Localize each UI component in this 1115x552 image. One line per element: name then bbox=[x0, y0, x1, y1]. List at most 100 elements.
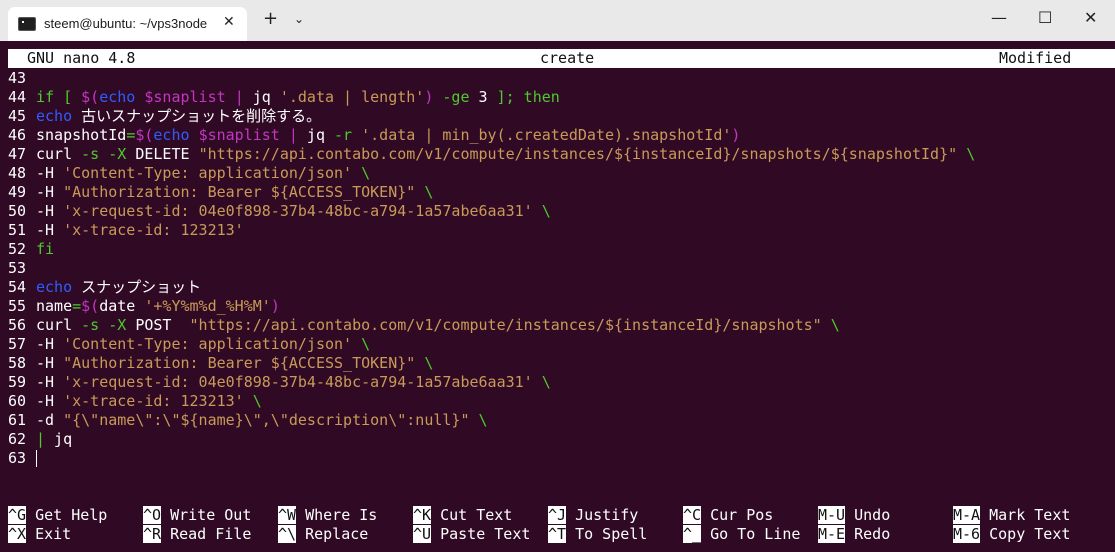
shortcut-key: ^U bbox=[413, 525, 432, 543]
terminal-area[interactable]: GNU nano 4.8 create Modified 43 44 if [ $(… bbox=[0, 41, 1115, 552]
line-text: curl -s -X POST "https://api.contabo.com… bbox=[36, 316, 840, 335]
shortcut-item[interactable]: ^O Write Out bbox=[143, 506, 251, 525]
shortcut-key: ^\ bbox=[278, 525, 297, 543]
shortcut-item[interactable]: ^R Read File bbox=[143, 525, 251, 544]
line-text: name=$(date '+%Y%m%d_%H%M') bbox=[36, 297, 280, 316]
shortcut-item[interactable]: ^W Where Is bbox=[278, 506, 377, 525]
shortcut-label: Get Help bbox=[35, 506, 108, 524]
code-token: "https://api.contabo.com/v1/compute/inst… bbox=[198, 145, 958, 163]
shortcut-label: Cur Pos bbox=[710, 506, 774, 524]
code-token: -H bbox=[36, 335, 64, 353]
code-line[interactable]: 45 echo 古いスナップショットを削除する。 bbox=[8, 107, 1115, 126]
code-token: $snaplist bbox=[144, 88, 226, 106]
code-token: $( bbox=[81, 297, 100, 315]
line-text: -H 'Content-Type: application/json' \ bbox=[36, 335, 370, 354]
line-number: 59 bbox=[8, 373, 27, 391]
editor-content[interactable]: 43 44 if [ $(echo $snaplist | jq '.data | … bbox=[8, 69, 1115, 468]
code-token: echo bbox=[153, 126, 199, 144]
code-line[interactable]: 55 name=$(date '+%Y%m%d_%H%M') bbox=[8, 297, 1115, 316]
maximize-button[interactable]: ☐ bbox=[1038, 8, 1052, 27]
shortcut-item[interactable]: ^_ Go To Line bbox=[683, 525, 800, 544]
shortcut-item[interactable]: M-A Mark Text bbox=[953, 506, 1070, 525]
code-token: snapshotId bbox=[36, 126, 127, 144]
new-tab-button[interactable]: + bbox=[263, 8, 278, 29]
shortcut-label: Cut Text bbox=[440, 506, 513, 524]
shortcut-item[interactable]: M-E Redo bbox=[818, 525, 890, 544]
line-number: 58 bbox=[8, 354, 27, 372]
code-line[interactable]: 50 -H 'x-request-id: 04e0f898-37b4-48bc-a… bbox=[8, 202, 1115, 221]
line-number: 43 bbox=[8, 69, 27, 87]
code-token: -d bbox=[36, 411, 64, 429]
line-text: echo 古いスナップショットを削除する。 bbox=[36, 107, 321, 126]
code-token: \ bbox=[541, 373, 551, 391]
code-line[interactable]: 56 curl -s -X POST "https://api.contabo.c… bbox=[8, 316, 1115, 335]
line-number: 62 bbox=[8, 430, 27, 448]
shortcut-item[interactable]: ^T To Spell bbox=[548, 525, 647, 544]
code-token: = bbox=[72, 297, 82, 315]
shortcut-label: Exit bbox=[35, 525, 72, 543]
code-line[interactable]: 61 -d "{\"name\":\"${name}\",\"descriptio… bbox=[8, 411, 1115, 430]
code-token: \ bbox=[830, 316, 840, 334]
code-line[interactable]: 51 -H 'x-trace-id: 123213' bbox=[8, 221, 1115, 240]
line-text: | jq bbox=[36, 430, 72, 449]
code-token: 'Content-Type: application/json' bbox=[63, 335, 353, 353]
code-token: '.data | min_by(.createdDate).snapshotId… bbox=[361, 126, 732, 144]
code-line[interactable]: 46 snapshotId=$(echo $snaplist | jq -r '.… bbox=[8, 126, 1115, 145]
line-text: -H "Authorization: Bearer ${ACCESS_TOKEN… bbox=[36, 183, 433, 202]
shortcut-key: M-U bbox=[818, 506, 846, 524]
code-token: | bbox=[288, 126, 298, 144]
code-line[interactable]: 43 bbox=[8, 69, 1115, 88]
code-line[interactable]: 62 | jq bbox=[8, 430, 1115, 449]
code-line[interactable]: 59 -H 'x-request-id: 04e0f898-37b4-48bc-a… bbox=[8, 373, 1115, 392]
code-line[interactable]: 48 -H 'Content-Type: application/json' \ bbox=[8, 164, 1115, 183]
code-line[interactable]: 54 echo スナップショット bbox=[8, 278, 1115, 297]
code-line[interactable]: 52 fi bbox=[8, 240, 1115, 259]
shortcut-item[interactable]: M-U Undo bbox=[818, 506, 890, 525]
code-token: \ bbox=[478, 411, 488, 429]
shortcut-item[interactable]: ^G Get Help bbox=[8, 506, 107, 525]
code-token: \ bbox=[252, 392, 262, 410]
code-token: ) bbox=[731, 126, 741, 144]
code-line[interactable]: 44 if [ $(echo $snaplist | jq '.data | le… bbox=[8, 88, 1115, 107]
code-token: | bbox=[234, 88, 244, 106]
code-token: -H bbox=[36, 164, 64, 182]
code-token: | bbox=[36, 430, 46, 448]
text-cursor bbox=[36, 450, 37, 467]
shortcut-label: Justify bbox=[575, 506, 639, 524]
shortcut-item[interactable]: ^X Exit bbox=[8, 525, 71, 544]
minimize-button[interactable]: — bbox=[991, 8, 1007, 27]
nano-header: GNU nano 4.8 create Modified bbox=[8, 49, 1115, 68]
nano-version: GNU nano 4.8 bbox=[27, 49, 136, 67]
shortcut-item[interactable]: ^U Paste Text bbox=[413, 525, 530, 544]
shortcut-item[interactable]: ^K Cut Text bbox=[413, 506, 512, 525]
code-token: -ge bbox=[442, 88, 470, 106]
code-line[interactable]: 58 -H "Authorization: Bearer ${ACCESS_TOK… bbox=[8, 354, 1115, 373]
code-token: 3 bbox=[469, 88, 497, 106]
file-name: create bbox=[540, 49, 595, 67]
shortcut-item[interactable]: ^J Justify bbox=[548, 506, 638, 525]
code-line[interactable]: 63 bbox=[8, 449, 1115, 468]
shortcut-key: ^K bbox=[413, 506, 432, 524]
terminal-tab[interactable]: steem@ubuntu: ~/vps3node ✕ bbox=[8, 7, 247, 41]
code-line[interactable]: 53 bbox=[8, 259, 1115, 278]
shortcut-item[interactable]: M-6 Copy Text bbox=[953, 525, 1070, 544]
code-token: 'x-trace-id: 123213' bbox=[63, 392, 244, 410]
code-line[interactable]: 60 -H 'x-trace-id: 123213' \ bbox=[8, 392, 1115, 411]
code-line[interactable]: 57 -H 'Content-Type: application/json' \ bbox=[8, 335, 1115, 354]
code-line[interactable]: 49 -H "Authorization: Bearer ${ACCESS_TOK… bbox=[8, 183, 1115, 202]
line-number: 45 bbox=[8, 107, 27, 125]
code-token: name bbox=[36, 297, 73, 315]
close-button[interactable]: ✕ bbox=[1084, 8, 1097, 27]
shortcut-item[interactable]: ^C Cur Pos bbox=[683, 506, 773, 525]
shortcut-item[interactable]: ^\ Replace bbox=[278, 525, 368, 544]
chevron-down-icon[interactable]: ⌄ bbox=[294, 12, 304, 26]
tab-close-icon[interactable]: ✕ bbox=[223, 14, 235, 30]
code-line[interactable]: 47 curl -s -X DELETE "https://api.contabo… bbox=[8, 145, 1115, 164]
